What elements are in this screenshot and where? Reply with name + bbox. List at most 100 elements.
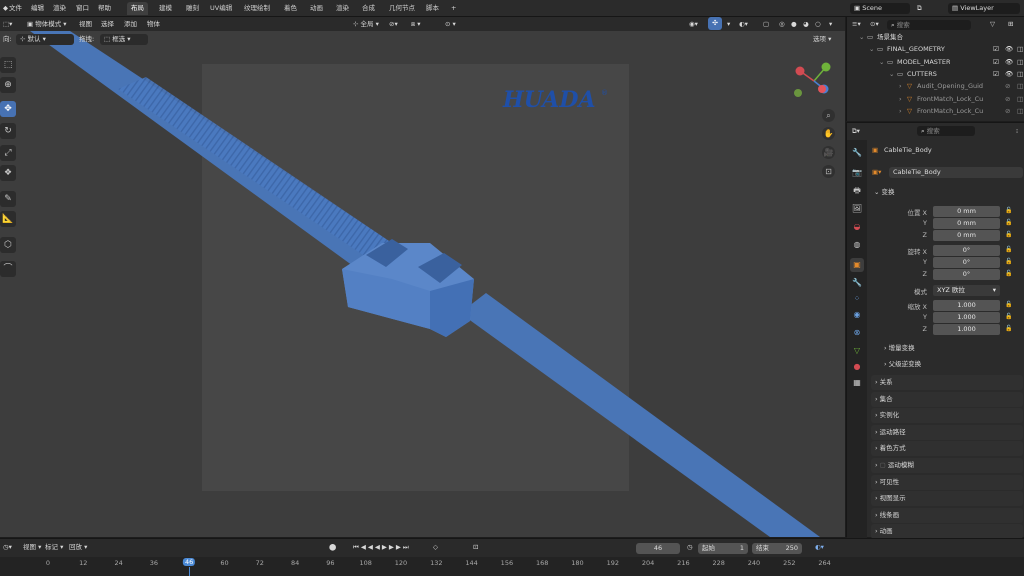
outliner-row[interactable]: ⌄ ▭ 场景集合	[847, 31, 1024, 43]
property-panel-header[interactable]: › 视图显示	[871, 491, 1023, 507]
shading-wireframe-icon[interactable]: ◎	[776, 19, 788, 30]
scale-tool-icon[interactable]: ⤢	[0, 145, 16, 161]
pivot-icon[interactable]: ⊘▾	[386, 19, 401, 30]
rotate-tool-icon[interactable]: ↻	[0, 123, 16, 139]
scale-y-field[interactable]: 1.000	[933, 312, 1000, 323]
timeline-menu-item[interactable]: 视图 ▾	[20, 542, 44, 553]
checkbox-icon[interactable]: ▢	[880, 461, 888, 469]
workspace-tab[interactable]: 动画	[306, 2, 327, 15]
navigation-gizmo[interactable]	[792, 59, 836, 103]
output-tab-icon[interactable]: 🖶	[850, 184, 864, 198]
property-panel-header[interactable]: › 关系	[871, 375, 1023, 390]
snap-icon[interactable]: ⧈ ▾	[408, 19, 423, 30]
clock-icon[interactable]: ◷	[684, 542, 696, 553]
data-tab-icon[interactable]: ▽	[850, 344, 864, 358]
property-panel-header[interactable]: › ▢ 运动模糊	[871, 458, 1023, 473]
object-datablock-icon[interactable]: ▣▾	[869, 167, 884, 178]
menu-item[interactable]: 窗口	[73, 3, 92, 14]
expand-arrow-icon[interactable]: ⌄	[879, 56, 884, 68]
keying-set-icon[interactable]: ⊡	[470, 542, 481, 553]
parent-inverse-subpanel[interactable]: › 父级逆变换	[881, 359, 924, 370]
rotation-y-lock-icon[interactable]: 🔓	[1005, 258, 1012, 265]
outliner-row[interactable]: › ▽ FrontMatch_Lock_Cutt ⊘ ◫	[847, 105, 1024, 117]
pan-hand-icon[interactable]: ✋	[822, 127, 835, 140]
workspace-tab[interactable]: 脚本	[422, 2, 443, 15]
playhead[interactable]: 46	[183, 558, 196, 566]
overlay-icon[interactable]: ◐▾	[736, 19, 751, 30]
workspace-tab[interactable]: 着色	[280, 2, 301, 15]
eye-icon[interactable]: ⊘	[1005, 105, 1010, 117]
outliner-row[interactable]: ⌄ ▭ FINAL_GEOMETRY ☑ 👁 ◫	[847, 43, 1024, 55]
add-workspace-icon[interactable]: +	[448, 3, 459, 14]
scene-settings-icon[interactable]: ⧉	[914, 3, 925, 14]
shading-solid-icon[interactable]: ●	[788, 19, 800, 30]
new-collection-icon[interactable]: ⊞	[1005, 19, 1016, 30]
expand-arrow-icon[interactable]: ⌄	[859, 31, 864, 43]
tool-tab-icon[interactable]: 🔧	[850, 146, 864, 160]
properties-editor-icon[interactable]: ⧉▾	[849, 126, 863, 137]
orientation-selector[interactable]: ⊹ 全局 ▾	[350, 19, 382, 30]
gizmo-toggle-icon[interactable]: ✣	[708, 17, 722, 30]
menu-item[interactable]: 帮助	[95, 3, 114, 14]
render-tab-icon[interactable]: 📷	[850, 166, 864, 180]
property-panel-header[interactable]: › 线条画	[871, 507, 1023, 523]
eye-icon[interactable]: 👁	[1005, 43, 1013, 55]
3d-viewport[interactable]: HUADA ® 向: ⊹ 默认 ▾ 拖拽: ⬚ 框选 ▾ 选项 ▾ ⬚ ⊕ ✥ …	[0, 31, 845, 537]
gizmo-x-axis[interactable]	[795, 66, 805, 76]
material-tab-icon[interactable]: ●	[850, 360, 864, 374]
rotation-y-field[interactable]: 0°	[933, 257, 1000, 268]
outliner-sort-icon[interactable]: ▽	[987, 19, 998, 30]
camera-icon[interactable]: ◫	[1017, 43, 1023, 55]
scale-x-field[interactable]: 1.000	[933, 300, 1000, 311]
particles-tab-icon[interactable]: ⁘	[850, 292, 864, 306]
menu-item[interactable]: 编辑	[28, 3, 47, 14]
expand-arrow-icon[interactable]: ⌄	[869, 43, 874, 55]
object-tab-icon[interactable]: ▣	[850, 258, 864, 272]
location-x-lock-icon[interactable]: 🔓	[1005, 207, 1012, 214]
property-panel-header[interactable]: › 运动路径	[871, 424, 1023, 440]
rotation-z-field[interactable]: 0°	[933, 269, 1000, 280]
camera-icon[interactable]: ◫	[1017, 80, 1023, 92]
visibility-icon[interactable]: ◉▾	[686, 19, 701, 30]
select-tool-icon[interactable]: ⬚	[0, 57, 16, 73]
scale-z-field[interactable]: 1.000	[933, 324, 1000, 335]
expand-arrow-icon[interactable]: ⌄	[889, 68, 894, 80]
property-panel-header[interactable]: › 实例化	[871, 408, 1023, 424]
world-tab-icon[interactable]: ◍	[850, 238, 864, 252]
modifier-tab-icon[interactable]: 🔧	[850, 276, 864, 290]
workspace-tab[interactable]: UV编辑	[206, 2, 236, 15]
expand-arrow-icon[interactable]: ›	[899, 105, 902, 117]
outliner-row[interactable]: › ▽ FrontMatch_Lock_Cutt ⊘ ◫	[847, 93, 1024, 105]
workspace-tab[interactable]: 雕刻	[182, 2, 203, 15]
outliner-row[interactable]: › ▽ Audit_Opening_Guide ⊘ ◫	[847, 80, 1024, 92]
properties-pin-icon[interactable]: ⁝	[1013, 126, 1021, 137]
cursor-tool-icon[interactable]: ⊕	[0, 77, 16, 93]
shading-dropdown-icon[interactable]: ▾	[826, 19, 835, 30]
gizmo-x-neg[interactable]	[818, 85, 826, 93]
expand-arrow-icon[interactable]: ›	[899, 93, 902, 105]
timeline-menu-item[interactable]: 回放 ▾	[66, 542, 90, 553]
outliner-filter-icon[interactable]: ⊙▾	[867, 19, 882, 30]
gizmo-y-axis[interactable]	[821, 62, 831, 72]
editor-type-icon[interactable]: ⬚▾	[0, 19, 15, 30]
scale-x-lock-icon[interactable]: 🔓	[1005, 301, 1012, 308]
timeline-menu-item[interactable]: 标记 ▾	[42, 542, 66, 553]
shading-rendered-icon[interactable]: ○	[812, 19, 824, 30]
frame-end-field[interactable]: 结束 250	[752, 543, 802, 554]
menu-item[interactable]: 渲染	[50, 3, 69, 14]
delta-transform-subpanel[interactable]: › 增量变换	[881, 343, 918, 354]
add-cube-tool-icon[interactable]: ⬡	[0, 237, 16, 253]
transform-orient-dropdown[interactable]: ⊹ 默认 ▾	[16, 34, 74, 45]
properties-search[interactable]: ⌕ 搜索	[917, 126, 975, 136]
timeline-ruler[interactable]: 0 12 24 36 46 60 72 84 96 108 120 132 144 156 168 180 19…	[0, 557, 1024, 576]
expand-arrow-icon[interactable]: ›	[899, 80, 902, 92]
location-x-field[interactable]: 0 mm	[933, 206, 1000, 217]
location-y-field[interactable]: 0 mm	[933, 218, 1000, 229]
annotate-tool-icon[interactable]: ✎	[0, 191, 16, 207]
timeline-view-icon[interactable]: ◐▾	[812, 542, 827, 553]
checkbox-icon[interactable]: ☑	[993, 43, 999, 55]
checkbox-icon[interactable]: ☑	[993, 56, 999, 68]
eye-icon[interactable]: ⊘	[1005, 93, 1010, 105]
location-y-lock-icon[interactable]: 🔓	[1005, 219, 1012, 226]
viewport-menu-item[interactable]: 视图	[76, 19, 95, 30]
